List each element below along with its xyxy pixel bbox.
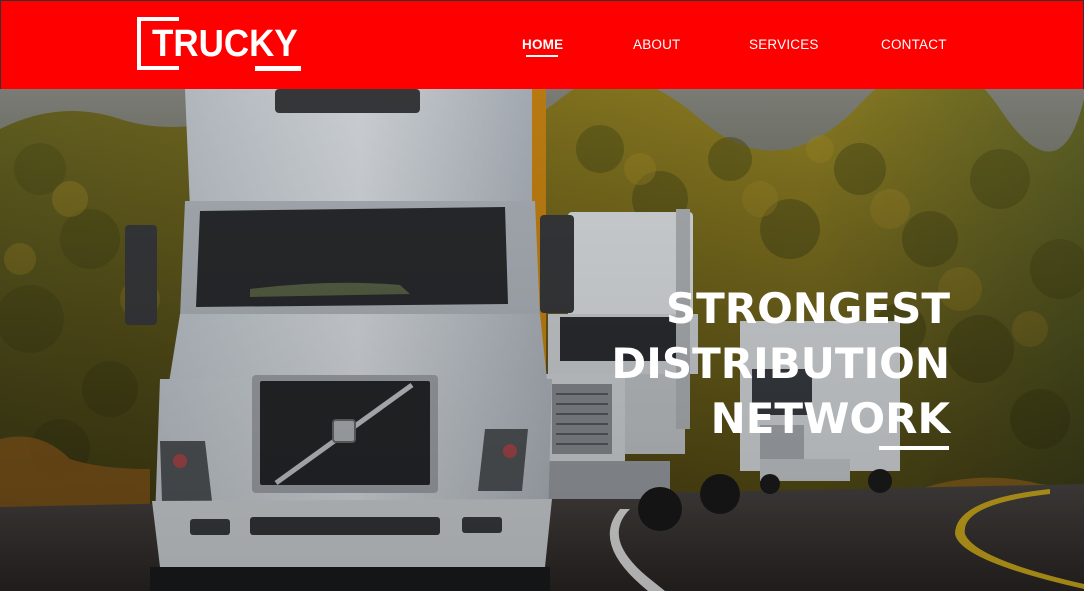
logo-text: TRUCKY (152, 23, 298, 65)
nav-item-contact[interactable]: CONTACT (881, 37, 947, 52)
nav-item-about[interactable]: ABOUT (633, 37, 681, 52)
nav-item-label: SERVICES (749, 37, 819, 52)
hero-title-line-2: DISTRIBUTION (611, 339, 950, 388)
brand-logo[interactable]: TRUCKY (137, 17, 303, 73)
hero-title-line-1: STRONGEST (665, 284, 950, 333)
logo-underline (255, 66, 301, 71)
hero-title: STRONGEST DISTRIBUTION NETWORK (611, 281, 950, 446)
nav-active-indicator (526, 55, 559, 57)
nav-item-label: HOME (522, 37, 564, 52)
hero-title-underline (879, 446, 949, 450)
nav-item-label: CONTACT (881, 37, 947, 52)
site-header: TRUCKY HOME ABOUT SERVICES CONTACT (0, 0, 1084, 89)
nav-item-services[interactable]: SERVICES (749, 37, 819, 52)
nav-item-label: ABOUT (633, 37, 681, 52)
hero-title-line-3: NETWORK (710, 394, 950, 443)
hero-section: STRONGEST DISTRIBUTION NETWORK (0, 89, 1084, 591)
nav-item-home[interactable]: HOME (522, 37, 564, 57)
